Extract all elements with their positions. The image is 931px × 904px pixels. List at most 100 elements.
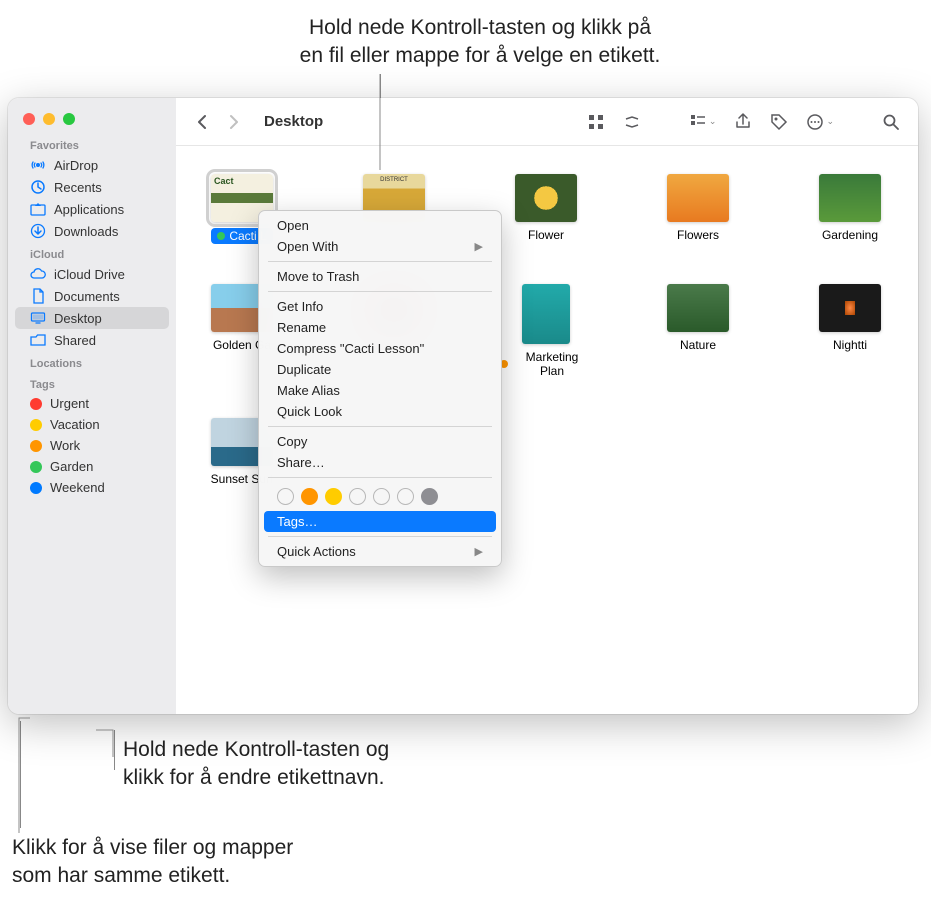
file-thumbnail [819, 284, 881, 332]
cm-trash[interactable]: Move to Trash [259, 266, 501, 287]
cm-rename[interactable]: Rename [259, 317, 501, 338]
file-thumbnail [522, 284, 570, 344]
file-thumbnail [667, 284, 729, 332]
tag-dot-icon [30, 440, 42, 452]
file-item[interactable]: Marketing Plan [500, 284, 592, 378]
callout-bottom: Klikk for å vise filer og mappersom har … [12, 834, 293, 891]
airdrop-icon [30, 157, 46, 173]
tag-dot-icon [30, 419, 42, 431]
finder-window: Favorites AirDrop Recents Applications Down… [8, 98, 918, 714]
sidebar-tag-label: Vacation [50, 417, 100, 432]
cm-compress[interactable]: Compress "Cacti Lesson" [259, 338, 501, 359]
section-icloud: iCloud [8, 242, 176, 263]
cm-copy[interactable]: Copy [259, 431, 501, 452]
more-button[interactable]: ⌄ [802, 109, 838, 135]
tag-swatch[interactable] [397, 488, 414, 505]
sidebar-item-documents[interactable]: Documents [8, 285, 176, 307]
cm-open[interactable]: Open [259, 215, 501, 236]
sidebar-tag-vacation[interactable]: Vacation [8, 414, 176, 435]
sidebar-tag-garden[interactable]: Garden [8, 456, 176, 477]
close-button[interactable] [23, 113, 35, 125]
sidebar-tag-weekend[interactable]: Weekend [8, 477, 176, 498]
sidebar-item-desktop[interactable]: Desktop [15, 307, 169, 329]
sidebar-item-label: Shared [54, 333, 96, 348]
forward-button[interactable] [220, 109, 246, 135]
file-label: Flowers [677, 228, 719, 242]
sidebar-item-label: iCloud Drive [54, 267, 125, 282]
cm-open-with[interactable]: Open With▶ [259, 236, 501, 257]
sidebar-tag-urgent[interactable]: Urgent [8, 393, 176, 414]
view-icons-button[interactable] [583, 109, 609, 135]
file-item[interactable]: Nature [652, 284, 744, 378]
sidebar-item-downloads[interactable]: Downloads [8, 220, 176, 242]
nav-buttons [190, 109, 246, 135]
doc-icon [30, 288, 46, 304]
cm-share[interactable]: Share… [259, 452, 501, 473]
maximize-button[interactable] [63, 113, 75, 125]
apps-icon [30, 201, 46, 217]
callout-top: Hold nede Kontroll-tasten og klikk påen … [245, 14, 715, 71]
file-item[interactable]: Flowers [652, 174, 744, 244]
search-button[interactable] [878, 109, 904, 135]
back-button[interactable] [190, 109, 216, 135]
tag-swatch[interactable] [301, 488, 318, 505]
file-item[interactable]: Flower [500, 174, 592, 244]
file-label: Nature [680, 338, 716, 352]
cm-getinfo[interactable]: Get Info [259, 296, 501, 317]
sidebar-item-recents[interactable]: Recents [8, 176, 176, 198]
location-title: Desktop [264, 113, 323, 130]
section-favorites: Favorites [8, 133, 176, 154]
minimize-button[interactable] [43, 113, 55, 125]
sidebar-item-label: Recents [54, 180, 102, 195]
cm-quicklook[interactable]: Quick Look [259, 401, 501, 422]
window-controls [8, 108, 176, 133]
tag-swatch[interactable] [349, 488, 366, 505]
desktop-icon [30, 310, 46, 326]
cm-tag-row [259, 482, 501, 511]
group-button[interactable]: ⌄ [685, 109, 721, 135]
tag-dot-icon [30, 398, 42, 410]
sidebar-item-shared[interactable]: Shared [8, 329, 176, 351]
line-bot [20, 721, 21, 828]
cm-alias[interactable]: Make Alias [259, 380, 501, 401]
sidebar-tag-label: Weekend [50, 480, 105, 495]
sidebar-tag-work[interactable]: Work [8, 435, 176, 456]
sidebar-tag-label: Urgent [50, 396, 89, 411]
file-item[interactable]: Nightti [804, 284, 896, 378]
shared-icon [30, 332, 46, 348]
cm-duplicate[interactable]: Duplicate [259, 359, 501, 380]
sidebar-item-label: Desktop [54, 311, 102, 326]
tag-swatch[interactable] [421, 488, 438, 505]
sidebar-item-label: Documents [54, 289, 120, 304]
icloud-icon [30, 266, 46, 282]
file-thumbnail [667, 174, 729, 222]
sidebar-item-airdrop[interactable]: AirDrop [8, 154, 176, 176]
tag-swatch[interactable] [373, 488, 390, 505]
toolbar: Desktop ⌄ ⌄ [176, 98, 918, 146]
section-locations: Locations [8, 351, 176, 372]
tag-dot-icon [30, 461, 42, 473]
tag-dot-icon [217, 232, 225, 240]
tag-swatch[interactable] [325, 488, 342, 505]
cm-quickactions[interactable]: Quick Actions▶ [259, 541, 501, 562]
file-label: Gardening [822, 228, 878, 242]
file-item[interactable]: Gardening [804, 174, 896, 244]
file-thumbnail [819, 174, 881, 222]
sidebar-item-applications[interactable]: Applications [8, 198, 176, 220]
tag-dot-icon [30, 482, 42, 494]
tags-button[interactable] [766, 109, 792, 135]
sidebar-item-label: Downloads [54, 224, 118, 239]
sidebar-item-label: AirDrop [54, 158, 98, 173]
sidebar-tag-label: Work [50, 438, 80, 453]
file-thumbnail [515, 174, 577, 222]
context-menu: Open Open With▶ Move to Trash Get Info R… [258, 210, 502, 567]
file-label: Flower [528, 228, 564, 242]
view-options-button[interactable] [619, 109, 645, 135]
tag-swatch[interactable] [277, 488, 294, 505]
cm-tags[interactable]: Tags… [264, 511, 496, 532]
share-button[interactable] [730, 109, 756, 135]
section-tags: Tags [8, 372, 176, 393]
sidebar-item-icloud-drive[interactable]: iCloud Drive [8, 263, 176, 285]
download-icon [30, 223, 46, 239]
file-label: Nightti [833, 338, 867, 352]
